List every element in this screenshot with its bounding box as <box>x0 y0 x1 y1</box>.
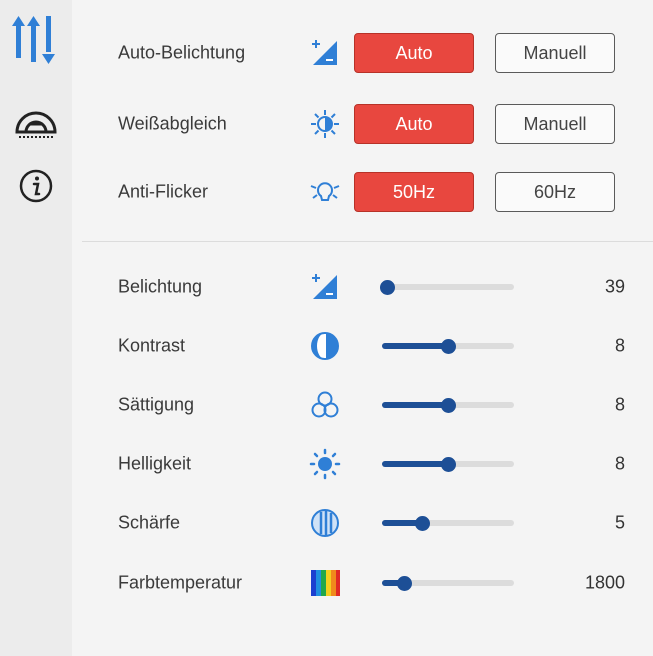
slider-row-contrast: Kontrast 8 <box>72 321 653 371</box>
anti-flicker-label: Anti-Flicker <box>118 181 209 202</box>
sidebar-item-calibration[interactable] <box>6 92 66 152</box>
brightness-slider-fill <box>382 461 448 467</box>
auto-exposure-row: Auto-Belichtung Auto Manuell <box>72 28 653 78</box>
sidebar <box>0 0 73 656</box>
contrast-slider-thumb[interactable] <box>440 338 456 354</box>
exposure-slider-thumb[interactable] <box>379 279 395 295</box>
saturation-slider-track[interactable] <box>382 397 514 413</box>
camera-settings-panel: Auto-Belichtung Auto Manuell Weißabgleic… <box>72 0 653 656</box>
brightness-value: 8 <box>614 453 625 474</box>
saturation-icon <box>308 388 342 422</box>
auto-exposure-manual-button[interactable]: Manuell <box>495 33 615 73</box>
slider-row-saturation: Sättigung 8 <box>72 380 653 430</box>
anti-flicker-row: Anti-Flicker 50Hz 60Hz <box>72 167 653 217</box>
white-balance-label: Weißabgleich <box>118 113 227 134</box>
sharpness-icon <box>308 506 342 540</box>
color-temperature-slider-thumb[interactable] <box>396 575 412 591</box>
exposure-label: Belichtung <box>118 276 203 297</box>
contrast-label: Kontrast <box>118 335 186 356</box>
brightness-label: Helligkeit <box>118 453 192 474</box>
info-icon <box>18 168 54 209</box>
exposure-slider-track[interactable] <box>379 279 514 295</box>
auto-exposure-auto-button[interactable]: Auto <box>354 33 474 73</box>
section-divider <box>82 241 653 242</box>
contrast-slider-track[interactable] <box>382 338 514 354</box>
sidebar-item-info[interactable] <box>6 158 66 218</box>
contrast-icon <box>308 329 342 363</box>
color-temperature-label: Farbtemperatur <box>118 572 243 593</box>
sidebar-item-settings[interactable] <box>6 12 66 72</box>
slider-row-sharpness: Schärfe 5 <box>72 498 653 548</box>
auto-exposure-label: Auto-Belichtung <box>118 42 246 63</box>
saturation-slider-thumb[interactable] <box>440 397 456 413</box>
white-balance-icon <box>308 107 342 141</box>
brightness-slider-thumb[interactable] <box>440 456 456 472</box>
slider-row-brightness: Helligkeit 8 <box>72 439 653 489</box>
slider-row-exposure: Belichtung 39 <box>72 262 653 312</box>
flicker-icon <box>308 175 342 209</box>
color-temperature-slider-track[interactable] <box>382 575 514 591</box>
color-temperature-icon <box>308 566 342 600</box>
contrast-slider-fill <box>382 343 448 349</box>
exposure-icon <box>308 270 342 304</box>
saturation-label: Sättigung <box>118 394 195 415</box>
exposure-icon <box>308 36 342 70</box>
saturation-value: 8 <box>614 394 625 415</box>
white-balance-auto-button[interactable]: Auto <box>354 104 474 144</box>
contrast-value: 8 <box>614 335 625 356</box>
sliders-icon <box>11 14 61 71</box>
exposure-value: 39 <box>604 276 625 297</box>
brightness-icon <box>308 447 342 481</box>
white-balance-row: Weißabgleich Auto Manuell <box>72 99 653 149</box>
anti-flicker-60hz-button[interactable]: 60Hz <box>495 172 615 212</box>
color-temperature-value: 1800 <box>584 572 625 593</box>
anti-flicker-50hz-button[interactable]: 50Hz <box>354 172 474 212</box>
saturation-slider-fill <box>382 402 448 408</box>
brightness-slider-track[interactable] <box>382 456 514 472</box>
sharpness-label: Schärfe <box>118 512 181 533</box>
slider-row-color-temperature: Farbtemperatur 1800 <box>72 558 653 608</box>
sharpness-value: 5 <box>614 512 625 533</box>
sharpness-slider-thumb[interactable] <box>415 515 431 531</box>
gauge-icon <box>13 100 59 145</box>
white-balance-manual-button[interactable]: Manuell <box>495 104 615 144</box>
sharpness-slider-track[interactable] <box>382 515 514 531</box>
